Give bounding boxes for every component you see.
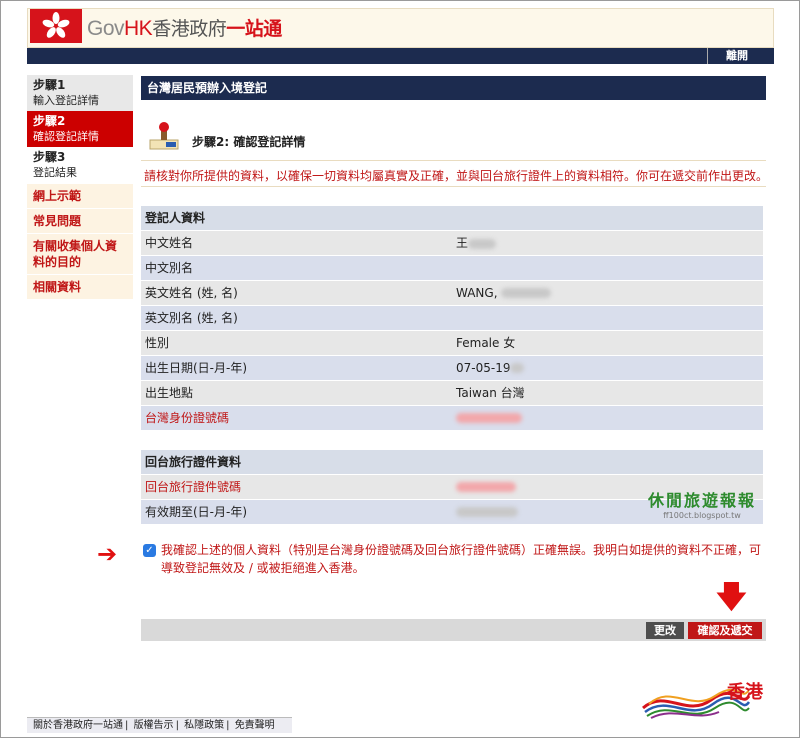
footer-separator: | bbox=[175, 720, 179, 731]
edit-button[interactable]: 更改 bbox=[646, 622, 684, 639]
footer-separator: | bbox=[125, 720, 129, 731]
step-title: 步驟3 bbox=[33, 150, 66, 164]
sidebar-step-3: 步驟3 登記結果 bbox=[27, 147, 133, 183]
row-value bbox=[452, 405, 763, 431]
table-row: 中文姓名 王 bbox=[141, 230, 763, 256]
sidebar-link-related[interactable]: 相關資料 bbox=[27, 274, 133, 299]
govhk-logo[interactable]: GovHK香港政府一站通 bbox=[87, 14, 282, 41]
footer-separator: | bbox=[226, 720, 230, 731]
logo-hk-text: HK bbox=[124, 17, 153, 40]
stamp-icon bbox=[149, 122, 179, 150]
row-label: 回台旅行證件號碼 bbox=[141, 474, 452, 500]
step-subtitle: 確認登記詳情 bbox=[33, 130, 99, 143]
sidebar-link-privacy-purpose[interactable]: 有關收集個人資料的目的 bbox=[27, 233, 133, 274]
brand-hk-logo: 香港 bbox=[641, 678, 771, 722]
table-row: 英文姓名 (姓, 名) WANG, bbox=[141, 280, 763, 306]
hk-flag-logo[interactable] bbox=[30, 9, 82, 43]
bauhinia-icon bbox=[42, 12, 70, 38]
divider bbox=[141, 186, 766, 187]
step-subtitle: 輸入登記詳情 bbox=[33, 94, 99, 107]
row-label: 出生日期(日-月-年) bbox=[141, 355, 452, 381]
sidebar: 步驟1 輸入登記詳情 步驟2 確認登記詳情 步驟3 登記結果 網上示範 常見問題… bbox=[27, 75, 133, 299]
row-label: 有效期至(日-月-年) bbox=[141, 499, 452, 525]
redacted-value bbox=[456, 507, 518, 517]
row-value: 07-05-19 bbox=[452, 355, 763, 381]
step-heading-text: 步驟2: 確認登記詳情 bbox=[192, 135, 306, 149]
row-label: 性別 bbox=[141, 330, 452, 356]
table-row: 英文別名 (姓, 名) bbox=[141, 305, 763, 331]
sidebar-step-2: 步驟2 確認登記詳情 bbox=[27, 111, 133, 147]
row-label: 中文姓名 bbox=[141, 230, 452, 256]
row-value: Taiwan 台灣 bbox=[452, 380, 763, 406]
sidebar-link-demo[interactable]: 網上示範 bbox=[27, 183, 133, 208]
logout-button[interactable]: 離開 bbox=[707, 48, 766, 64]
watermark-name: 休閒旅遊報報 bbox=[647, 491, 756, 510]
arrow-right-annotation-icon: ➔ bbox=[97, 540, 118, 568]
row-label: 英文姓名 (姓, 名) bbox=[141, 280, 452, 306]
row-label: 出生地點 bbox=[141, 380, 452, 406]
table-row: 性別 Female 女 bbox=[141, 330, 763, 356]
table-row: 中文別名 bbox=[141, 255, 763, 281]
confirm-text: 我確認上述的個人資料（特別是台灣身份證號碼及回台旅行證件號碼）正確無誤。我明白如… bbox=[161, 543, 762, 575]
redacted-value bbox=[468, 238, 497, 249]
sidebar-link-faq[interactable]: 常見問題 bbox=[27, 208, 133, 233]
watermark-url: ff100ct.blogspot.tw bbox=[663, 511, 741, 520]
row-label: 台灣身份證號碼 bbox=[141, 405, 452, 431]
sidebar-step-1: 步驟1 輸入登記詳情 bbox=[27, 75, 133, 111]
registrant-section-heading: 登記人資料 bbox=[141, 206, 763, 231]
row-label: 英文別名 (姓, 名) bbox=[141, 305, 452, 331]
step-subtitle: 登記結果 bbox=[33, 166, 77, 179]
redacted-value bbox=[510, 363, 525, 373]
watermark: 休閒旅遊報報 ff100ct.blogspot.tw bbox=[632, 487, 772, 520]
table-row: 台灣身份證號碼 bbox=[141, 405, 763, 431]
footer-links: 關於香港政府一站通 | 版權告示 | 私隱政策 | 免責聲明 bbox=[27, 717, 292, 733]
confirmation-row: ✓ 我確認上述的個人資料（特別是台灣身份證號碼及回台旅行證件號碼）正確無誤。我明… bbox=[141, 541, 766, 577]
logo-zh-text: 香港政府 bbox=[152, 19, 227, 40]
table-row: 出生地點 Taiwan 台灣 bbox=[141, 380, 763, 406]
brand-hk-text: 香港 bbox=[727, 682, 763, 703]
notice-text: 請核對你所提供的資料，以確保一切資料均屬真實及正確，並與回台旅行證件上的資料相符… bbox=[144, 169, 769, 183]
footer-link-copyright[interactable]: 版權告示 bbox=[134, 720, 174, 731]
footer-link-privacy[interactable]: 私隱政策 bbox=[184, 720, 224, 731]
step-title: 步驟1 bbox=[33, 78, 66, 92]
top-nav-bar: 離開 bbox=[27, 48, 774, 64]
row-value bbox=[452, 305, 763, 331]
divider bbox=[141, 160, 766, 161]
row-value: WANG, bbox=[452, 280, 763, 306]
row-label: 中文別名 bbox=[141, 255, 452, 281]
row-value: 王 bbox=[452, 230, 763, 256]
redacted-value bbox=[456, 413, 522, 423]
footer-link-disclaimer[interactable]: 免責聲明 bbox=[235, 720, 275, 731]
action-bar: 更改 確認及遞交 bbox=[141, 619, 766, 641]
row-value: Female 女 bbox=[452, 330, 763, 356]
confirm-checkbox[interactable]: ✓ bbox=[143, 544, 156, 557]
redacted-value bbox=[501, 288, 552, 298]
confirm-submit-button[interactable]: 確認及遞交 bbox=[688, 622, 762, 639]
logo-gov-text: Gov bbox=[87, 17, 125, 40]
table-row: 出生日期(日-月-年) 07-05-19 bbox=[141, 355, 763, 381]
page-title: 台灣居民預辦入境登記 bbox=[141, 76, 766, 100]
row-value bbox=[452, 255, 763, 281]
step-title: 步驟2 bbox=[33, 114, 66, 128]
travel-section-heading: 回台旅行證件資料 bbox=[141, 450, 763, 475]
step-heading: 步驟2: 確認登記詳情 bbox=[146, 120, 766, 152]
footer-link-about[interactable]: 關於香港政府一站通 bbox=[33, 720, 123, 731]
logo-zh-brand-text: 一站通 bbox=[226, 19, 282, 40]
redacted-value bbox=[456, 482, 516, 492]
registrant-table: 登記人資料 中文姓名 王 中文別名 英文姓名 (姓, 名) WANG, 英文別名… bbox=[141, 206, 763, 431]
